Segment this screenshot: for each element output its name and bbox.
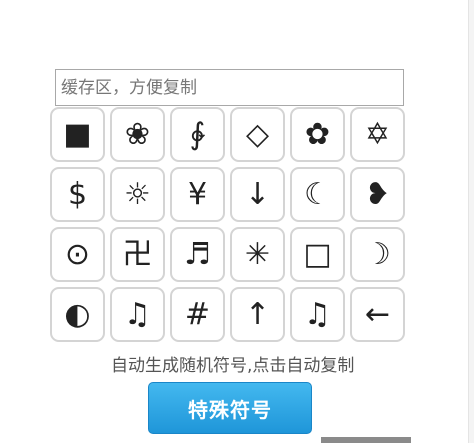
symbol-cell[interactable]: ✳ [230, 227, 285, 282]
bottom-scrollbar-thumb[interactable] [321, 437, 411, 443]
symbol-cell[interactable]: ∲ [170, 107, 225, 162]
symbol-cell[interactable]: ☼ [110, 167, 165, 222]
symbol-cell[interactable]: ♫ [290, 287, 345, 342]
symbol-cell[interactable]: ← [350, 287, 405, 342]
special-symbols-button[interactable]: 特殊符号 [148, 382, 312, 434]
symbol-cell[interactable]: ↓ [230, 167, 285, 222]
symbol-cell[interactable]: ¥ [170, 167, 225, 222]
symbol-cell[interactable]: ■ [50, 107, 105, 162]
symbol-cell[interactable]: ❥ [350, 167, 405, 222]
buffer-input[interactable] [55, 69, 404, 106]
symbol-cell[interactable]: ☽ [350, 227, 405, 282]
symbol-cell[interactable]: # [170, 287, 225, 342]
symbol-cell[interactable]: ☾ [290, 167, 345, 222]
symbol-grid: ■ ❀ ∲ ◇ ✿ ✡ $ ☼ ¥ ↓ ☾ ❥ ⊙ 卍 ♬ ✳ □ ☽ ◐ ♫ … [50, 107, 407, 342]
scrollbar-track [468, 0, 474, 443]
symbol-cell[interactable]: ✿ [290, 107, 345, 162]
symbol-cell[interactable]: ↑ [230, 287, 285, 342]
symbol-cell[interactable]: $ [50, 167, 105, 222]
symbol-cell[interactable]: ♫ [110, 287, 165, 342]
instruction-text: 自动生成随机符号,点击自动复制 [111, 356, 355, 376]
symbol-cell[interactable]: ✡ [350, 107, 405, 162]
symbol-cell[interactable]: □ [290, 227, 345, 282]
symbol-cell[interactable]: ⊙ [50, 227, 105, 282]
symbol-cell[interactable]: ❀ [110, 107, 165, 162]
symbol-cell[interactable]: 卍 [110, 227, 165, 282]
symbol-cell[interactable]: ◇ [230, 107, 285, 162]
symbol-cell[interactable]: ◐ [50, 287, 105, 342]
symbol-cell[interactable]: ♬ [170, 227, 225, 282]
